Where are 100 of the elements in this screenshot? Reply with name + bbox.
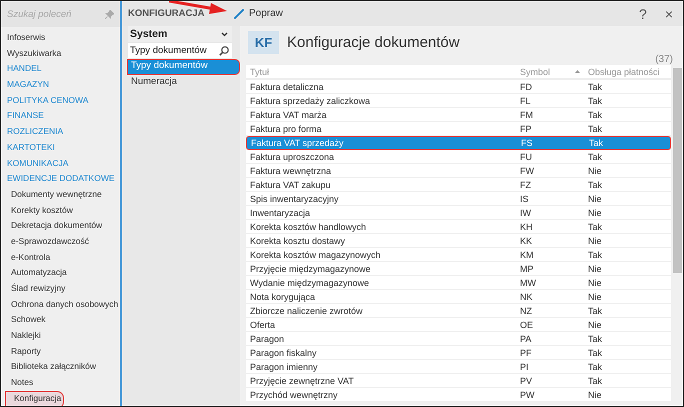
table-cell-text: Tak	[587, 376, 604, 386]
sidebar-item[interactable]: Konfiguracja	[5, 390, 64, 406]
table-cell-text: MW	[519, 278, 537, 288]
sidebar-item[interactable]: Dokumenty wewnętrzne	[6, 186, 104, 203]
table-cell-text: PW	[519, 390, 536, 400]
table-cell-text: FM	[519, 110, 534, 120]
pin-icon[interactable]	[105, 10, 114, 18]
table-cell-text: Nie	[587, 278, 603, 288]
table-cell-text: Tak	[587, 110, 604, 120]
table-cell-text: FP	[519, 124, 533, 134]
sidebar-item[interactable]: Automatyzacja	[6, 265, 69, 281]
table-cell-text: KH	[519, 222, 534, 232]
table-cell-text: FW	[519, 166, 535, 176]
table-cell-text: Tak	[587, 334, 604, 344]
table-cell-text: Faktura VAT zakupu	[249, 180, 332, 190]
scrollbar-thumb[interactable]	[672, 68, 682, 273]
table-row[interactable]: Faktura detaliczna FD Tak	[246, 80, 671, 94]
table-cell-text: Przyjęcie międzymagazynowe	[249, 264, 372, 274]
sidebar-item[interactable]: e-Sprawozdawczość	[6, 234, 91, 250]
search-icon[interactable]	[219, 46, 229, 56]
table-row[interactable]: Przyjęcie międzymagazynowe MP Nie	[246, 262, 671, 276]
table-cell-text: PF	[519, 348, 533, 358]
sidebar-item[interactable]: Naklejki	[6, 328, 43, 344]
search-field[interactable]: Szukaj poleceń	[7, 8, 87, 20]
table-row[interactable]: Faktura pro forma FP Tak	[246, 122, 671, 136]
system-dropdown[interactable]: System	[128, 26, 232, 42]
table-row[interactable]: Faktura sprzedaży zaliczkowa FL Tak	[246, 94, 671, 108]
table-cell-text: Tak	[587, 124, 604, 134]
close-button[interactable]: ×	[662, 6, 675, 22]
table-row[interactable]: Przyjęcie zewnętrzne VAT PV Tak	[246, 374, 671, 388]
table-cell-text: Faktura pro forma	[249, 124, 323, 134]
table-row[interactable]: Wydanie międzymagazynowe MW Nie	[246, 276, 671, 290]
table-row[interactable]: Paragon fiskalny PF Tak	[246, 346, 671, 360]
table-cell-text: Korekta kosztów magazynowych	[249, 250, 382, 260]
table-row[interactable]: Przychód wewnętrzny PW Nie	[246, 388, 671, 402]
table-cell-text: MP	[519, 264, 534, 274]
table-cell-text: FU	[519, 152, 533, 162]
table-cell-text: KK	[519, 236, 534, 246]
sidebar-item[interactable]: Notes	[6, 375, 36, 391]
table-cell-text: NK	[519, 292, 534, 302]
table-row[interactable]: Faktura wewnętrzna FW Nie	[246, 164, 671, 178]
sort-icon	[575, 70, 580, 73]
table-cell-text: FD	[519, 82, 533, 92]
search-field[interactable]: Szukaj poleceń	[1, 1, 120, 27]
table-row[interactable]: Zbiorcze naliczenie zwrotów NZ Tak	[246, 304, 671, 318]
table-cell-text: Tak	[587, 222, 604, 232]
table-cell-text: Tak	[587, 152, 604, 162]
record-count: (37)	[655, 54, 674, 65]
table-cell-text: Zbiorcze naliczenie zwrotów	[249, 306, 364, 316]
sidebar-item[interactable]: Ślad rewizyjny	[6, 281, 68, 297]
sidebar-item[interactable]: Schowek	[6, 312, 48, 328]
page-title: Konfiguracje dokumentów	[287, 34, 460, 51]
tree-item[interactable]: Numeracja	[128, 75, 240, 89]
module-badge: KF	[248, 31, 279, 54]
table-row[interactable]: Oferta OE Nie	[246, 318, 671, 332]
chevron-icon	[221, 32, 228, 36]
sidebar-item[interactable]: Korekty kosztów	[6, 202, 75, 218]
table-cell-text: NZ	[519, 306, 533, 316]
table-cell-text: Nie	[587, 292, 603, 302]
table-row[interactable]: Korekta kosztów handlowych KH Tak	[246, 220, 671, 234]
sidebar-item[interactable]: Dekretacja dokumentów	[6, 218, 104, 234]
table-row[interactable]: Faktura VAT sprzedaży FS Tak	[246, 136, 671, 150]
table-cell-text: Tak	[587, 306, 604, 316]
table-cell-text: Korekta kosztów handlowych	[249, 222, 368, 232]
table-cell-text: Tak	[587, 348, 604, 358]
panel-title: KONFIGURACJA	[127, 8, 205, 19]
table-cell-text: Tak	[588, 138, 604, 148]
tree-item[interactable]: Typy dokumentów	[127, 59, 240, 75]
table-cell-text: IS	[519, 194, 530, 204]
sidebar-item[interactable]: Biblioteka załączników	[6, 359, 98, 376]
table-cell-text: FZ	[519, 180, 532, 190]
table-cell-text: Oferta	[249, 320, 276, 330]
table-row[interactable]: Korekta kosztów magazynowych KM Tak	[246, 248, 671, 262]
help-button[interactable]: ?	[637, 6, 649, 22]
sidebar-item[interactable]: e-Kontrola	[6, 250, 52, 266]
table-cell-text: FS	[520, 138, 534, 148]
table-row[interactable]: Paragon PA Tak	[246, 332, 671, 346]
table-cell-text: Nie	[587, 236, 603, 246]
table-cell-text: OE	[519, 320, 534, 330]
table-cell-text: Przyjęcie zewnętrzne VAT	[249, 376, 355, 386]
table-row[interactable]: Faktura uproszczona FU Tak	[246, 150, 671, 164]
sidebar-item[interactable]: Raporty	[6, 344, 43, 360]
table-row[interactable]: Paragon imienny PI Tak	[246, 360, 671, 374]
pencil-icon	[234, 8, 244, 18]
table-cell-text: PA	[519, 334, 532, 344]
table-row[interactable]: Nota korygująca NK Nie	[246, 290, 671, 304]
edit-button[interactable]: Popraw	[230, 6, 287, 21]
table-row[interactable]: Faktura VAT marża FM Tak	[246, 108, 671, 122]
sidebar-item[interactable]: Ochrona danych osobowych	[6, 296, 120, 312]
table-cell-text: Korekta kosztu dostawy	[249, 236, 346, 246]
table-cell-text: Tak	[587, 82, 604, 92]
table-row[interactable]: Spis inwentaryzacyjny IS Nie	[246, 192, 671, 206]
sidebar-item[interactable]: Infoserwis	[1, 30, 48, 46]
table-cell-text: Nie	[587, 320, 603, 330]
table-cell-text: Faktura wewnętrzna	[249, 166, 332, 176]
table-cell-text: Paragon fiskalny	[249, 348, 318, 358]
table-row[interactable]: Faktura VAT zakupu FZ Tak	[246, 178, 671, 192]
table-row[interactable]: Korekta kosztu dostawy KK Nie	[246, 234, 671, 248]
sidebar-item[interactable]: Wyszukiwarka	[1, 46, 64, 62]
table-row[interactable]: Inwentaryzacja IW Nie	[246, 206, 671, 220]
